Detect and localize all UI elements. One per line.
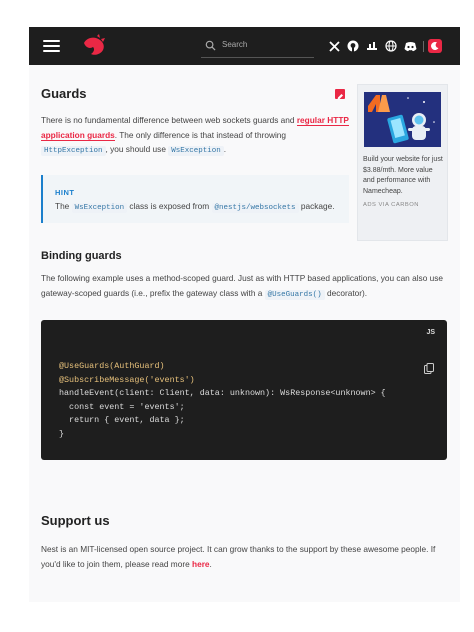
binding-text: decorator).	[324, 288, 368, 298]
inline-code: WsException	[168, 146, 224, 156]
support-paragraph: Nest is an MIT-licensed open source proj…	[41, 542, 447, 572]
ad-via-label[interactable]: ADS VIA CARBON	[363, 202, 419, 208]
toolbar-divider	[423, 40, 424, 52]
hint-body: The WsException class is exposed from @n…	[55, 201, 335, 213]
search-input[interactable]: Search	[201, 36, 314, 58]
section-heading-binding-guards: Binding guards	[41, 250, 122, 262]
top-navbar: Search	[29, 27, 460, 65]
intro-text: There is no fundamental difference betwe…	[41, 115, 297, 125]
carbon-ad[interactable]: Build your website for just $3.88/mth. M…	[357, 84, 448, 241]
edit-page-icon[interactable]	[335, 89, 345, 100]
github-icon[interactable]	[346, 39, 360, 53]
discord-icon[interactable]	[403, 39, 417, 53]
code-content: @UseGuards(AuthGuard) @SubscribeMessage(…	[59, 360, 386, 442]
ad-text[interactable]: Build your website for just $3.88/mth. M…	[363, 155, 443, 197]
ad-image[interactable]	[364, 92, 441, 147]
hint-label: HINT	[55, 188, 75, 197]
intro-text: , you should use	[105, 144, 169, 154]
support-here-link[interactable]: here	[192, 559, 210, 569]
intro-text: . The only difference is that instead of…	[114, 129, 287, 140]
page: Search Guards There is no fundamental di…	[29, 27, 460, 602]
hint-text: The	[55, 201, 72, 211]
code-line: }	[59, 428, 65, 439]
theme-icon[interactable]	[428, 39, 442, 53]
search-icon	[205, 40, 216, 51]
inline-code: WsException	[71, 203, 128, 213]
inline-code: @nestjs/websockets	[211, 203, 299, 213]
search-placeholder: Search	[222, 40, 248, 49]
x-icon[interactable]	[327, 39, 341, 53]
code-block: JS @UseGuards(AuthGuard) @SubscribeMessa…	[41, 320, 447, 460]
intro-paragraph: There is no fundamental difference betwe…	[41, 113, 351, 159]
code-line: @SubscribeMessage('events')	[59, 374, 195, 385]
code-line: @UseGuards(AuthGuard)	[59, 361, 165, 371]
language-icon[interactable]	[384, 39, 398, 53]
binding-text: The following example uses a method-scop…	[41, 273, 444, 298]
code-line: return { event, data };	[59, 415, 185, 426]
inline-code: @UseGuards()	[264, 290, 325, 300]
menu-icon[interactable]	[43, 40, 60, 52]
language-toggle[interactable]: JS	[426, 329, 435, 336]
section-heading-support-us: Support us	[41, 513, 110, 528]
code-line: handleEvent(client: Client, data: unknow…	[59, 388, 386, 399]
hint-text: package.	[298, 201, 335, 211]
nestjs-logo[interactable]	[81, 34, 107, 58]
intro-text: .	[223, 144, 227, 154]
stackshare-icon[interactable]	[365, 39, 379, 53]
support-text: Nest is an MIT-licensed open source proj…	[41, 544, 436, 569]
hint-callout: HINT The WsException class is exposed fr…	[41, 175, 349, 223]
support-text: .	[209, 559, 212, 569]
copy-icon[interactable]	[424, 361, 434, 374]
hint-text: class is exposed from	[127, 201, 212, 211]
page-title: Guards	[41, 86, 87, 101]
code-line: const event = 'events';	[59, 401, 185, 412]
binding-paragraph: The following example uses a method-scop…	[41, 271, 447, 303]
inline-code: HttpException	[41, 146, 106, 156]
